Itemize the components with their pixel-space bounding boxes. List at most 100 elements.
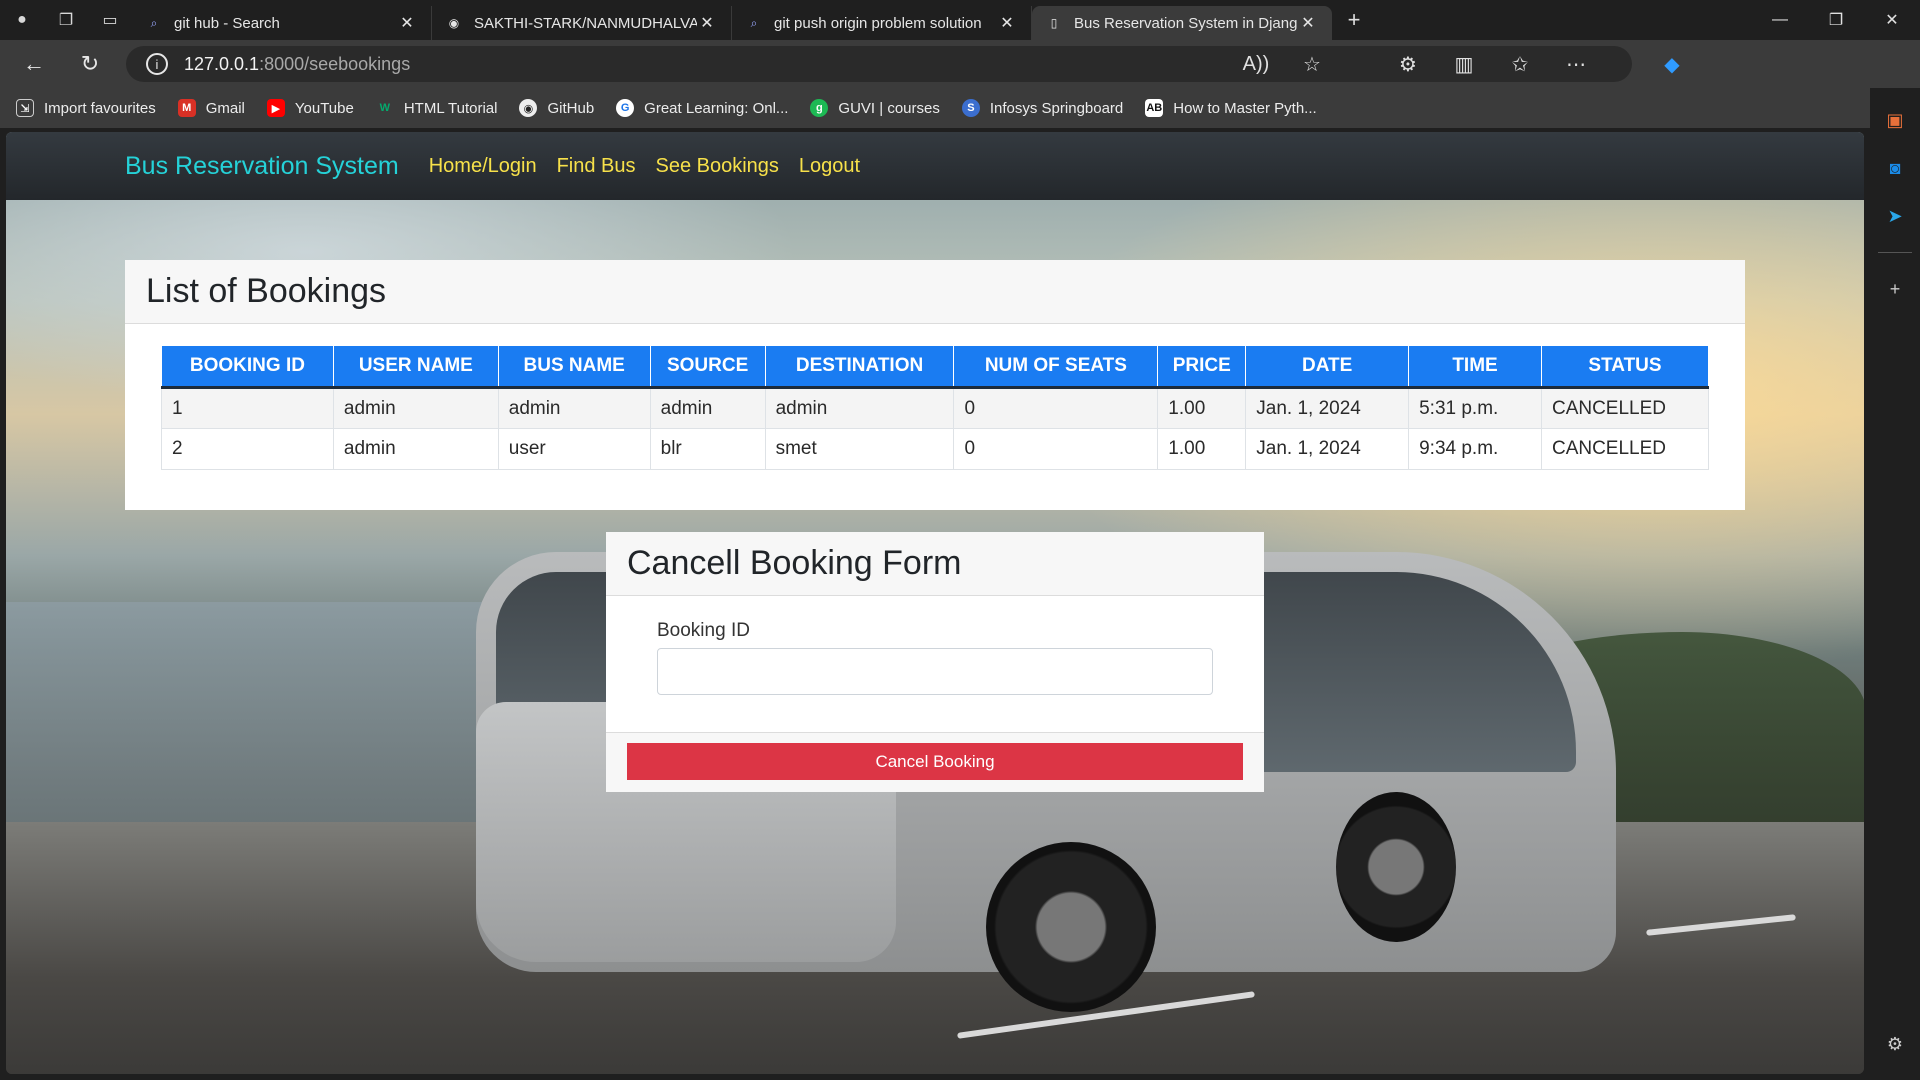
- nav-home-login[interactable]: Home/Login: [429, 155, 537, 178]
- bookmark-label: How to Master Pyth...: [1173, 99, 1317, 117]
- cell-date: Jan. 1, 2024: [1245, 387, 1410, 429]
- site-navbar: Bus Reservation System Home/Login Find B…: [6, 132, 1864, 200]
- cell-destination: admin: [764, 387, 955, 429]
- nav-find-bus[interactable]: Find Bus: [557, 155, 636, 178]
- tab-bar: ● ❐ ▭ ⌕ git hub - Search ✕ ◉ SAKTHI-STAR…: [0, 0, 1920, 40]
- bookings-title: List of Bookings: [125, 260, 1745, 324]
- bookmark-html-tutorial[interactable]: W HTML Tutorial: [376, 99, 498, 117]
- bookmark-github[interactable]: ◉ GitHub: [519, 99, 594, 117]
- tab-1[interactable]: ◉ SAKTHI-STARK/NANMUDHALVAN ✕: [432, 6, 732, 40]
- refresh-icon[interactable]: ↻: [62, 40, 118, 88]
- tab-3[interactable]: ▯ Bus Reservation System in Django ✕: [1032, 6, 1332, 40]
- table-row: 1 admin admin admin admin 0 1.00 Jan. 1,…: [161, 387, 1710, 429]
- github-icon: ◉: [519, 99, 538, 117]
- workspaces-icon[interactable]: ❐: [44, 0, 88, 40]
- tab-title: git hub - Search: [174, 14, 280, 32]
- close-icon[interactable]: ✕: [397, 13, 417, 33]
- cell-time: 9:34 p.m.: [1408, 428, 1542, 470]
- bus-wheel: [1336, 792, 1456, 942]
- bookmark-gmail[interactable]: M Gmail: [177, 99, 245, 117]
- w3schools-icon: W: [379, 102, 391, 114]
- bookmark-label: YouTube: [294, 99, 354, 117]
- tools-icon[interactable]: ▣: [1877, 102, 1913, 138]
- gmail-icon: M: [177, 99, 196, 117]
- cell-user-name: admin: [332, 387, 499, 429]
- favorites-icon[interactable]: ✩: [1492, 52, 1548, 77]
- column-header: BOOKING ID: [161, 345, 334, 389]
- bookmark-infosys[interactable]: S Infosys Springboard: [961, 99, 1123, 117]
- vertical-tabs-icon[interactable]: ▭: [88, 0, 132, 40]
- settings-icon[interactable]: ⚙: [1877, 1026, 1913, 1062]
- info-icon[interactable]: i: [146, 53, 168, 75]
- bookmark-import[interactable]: ⇲ Import favourites: [16, 99, 156, 117]
- cell-source: blr: [649, 428, 766, 470]
- close-icon[interactable]: ✕: [1298, 13, 1318, 33]
- column-header: PRICE: [1157, 345, 1247, 389]
- guvi-icon: g: [810, 99, 829, 117]
- url-path: :8000/seebookings: [259, 53, 411, 74]
- site-brand[interactable]: Bus Reservation System: [125, 152, 399, 181]
- column-header: STATUS: [1540, 345, 1710, 389]
- cell-status: CANCELLED: [1540, 428, 1710, 470]
- cancel-form-title: Cancell Booking Form: [606, 532, 1264, 596]
- bookmark-label: Great Learning: Onl...: [644, 99, 789, 117]
- add-icon[interactable]: +: [1877, 271, 1913, 307]
- split-screen-icon[interactable]: ▥: [1436, 52, 1492, 77]
- bookmark-python[interactable]: AB How to Master Pyth...: [1145, 99, 1317, 117]
- url-host: 127.0.0.1: [184, 53, 260, 74]
- send-icon[interactable]: ➤: [1877, 198, 1913, 234]
- back-icon[interactable]: ←: [6, 40, 62, 88]
- read-aloud-icon[interactable]: A)): [1228, 53, 1284, 76]
- infosys-icon: S: [961, 99, 980, 117]
- cell-price: 1.00: [1157, 428, 1247, 470]
- edge-sidebar: ▣ ◙ ➤ + ⚙: [1870, 88, 1920, 1080]
- cell-bus-name: user: [497, 428, 651, 470]
- cancel-booking-button[interactable]: Cancel Booking: [627, 743, 1243, 780]
- cell-bus-name: admin: [497, 387, 651, 429]
- github-icon: ◉: [448, 16, 460, 30]
- bookmark-youtube[interactable]: ▶ YouTube: [266, 99, 354, 117]
- page-icon: ▯: [1050, 16, 1058, 30]
- bookmark-label: Import favourites: [44, 99, 156, 117]
- import-icon: ⇲: [16, 99, 34, 117]
- nav-see-bookings[interactable]: See Bookings: [656, 155, 779, 178]
- bookmark-label: Gmail: [205, 99, 245, 117]
- new-tab-icon[interactable]: +: [1332, 0, 1376, 40]
- nav-logout[interactable]: Logout: [799, 155, 860, 178]
- minimize-icon[interactable]: —: [1752, 0, 1808, 40]
- page-viewport: Bus Reservation System Home/Login Find B…: [6, 132, 1864, 1074]
- tab-0[interactable]: ⌕ git hub - Search ✕: [132, 6, 432, 40]
- cancel-form-body: Booking ID: [606, 596, 1264, 736]
- bookmark-guvi[interactable]: g GUVI | courses: [810, 99, 940, 117]
- cancel-booking-card: Cancell Booking Form Booking ID Cancel B…: [606, 532, 1264, 792]
- cancel-form-footer: Cancel Booking: [606, 732, 1264, 792]
- column-header: SOURCE: [649, 345, 766, 389]
- column-header: TIME: [1408, 345, 1542, 389]
- close-window-icon[interactable]: ✕: [1864, 0, 1920, 40]
- cell-price: 1.00: [1157, 387, 1247, 429]
- cell-destination: smet: [764, 428, 955, 470]
- more-icon[interactable]: ⋯: [1548, 52, 1604, 77]
- cell-source: admin: [649, 387, 766, 429]
- cell-booking-id: 1: [161, 387, 334, 429]
- close-icon[interactable]: ✕: [697, 13, 717, 33]
- booking-id-input[interactable]: [657, 648, 1213, 695]
- restore-icon[interactable]: ❐: [1808, 0, 1864, 40]
- column-header: NUM OF SEATS: [953, 345, 1159, 389]
- ab-icon: AB: [1145, 99, 1164, 117]
- copilot-icon[interactable]: ◆: [1644, 52, 1700, 77]
- column-header: BUS NAME: [497, 345, 651, 389]
- table-header-row: BOOKING ID USER NAME BUS NAME SOURCE DES…: [161, 345, 1710, 389]
- outlook-icon[interactable]: ◙: [1877, 150, 1913, 186]
- close-icon[interactable]: ✕: [997, 13, 1017, 33]
- tab-2[interactable]: ⌕ git push origin problem solution ✕: [732, 6, 1032, 40]
- cell-date: Jan. 1, 2024: [1245, 428, 1410, 470]
- great-learning-icon: G: [616, 99, 635, 117]
- youtube-icon: ▶: [266, 99, 285, 117]
- extensions-icon[interactable]: ⚙: [1380, 52, 1436, 77]
- profile-icon[interactable]: ●: [0, 0, 44, 40]
- bookmark-great-learning[interactable]: G Great Learning: Onl...: [616, 99, 788, 117]
- bookmark-label: HTML Tutorial: [403, 99, 498, 117]
- search-icon: ⌕: [150, 15, 158, 30]
- favorite-star-icon[interactable]: ☆: [1284, 52, 1340, 77]
